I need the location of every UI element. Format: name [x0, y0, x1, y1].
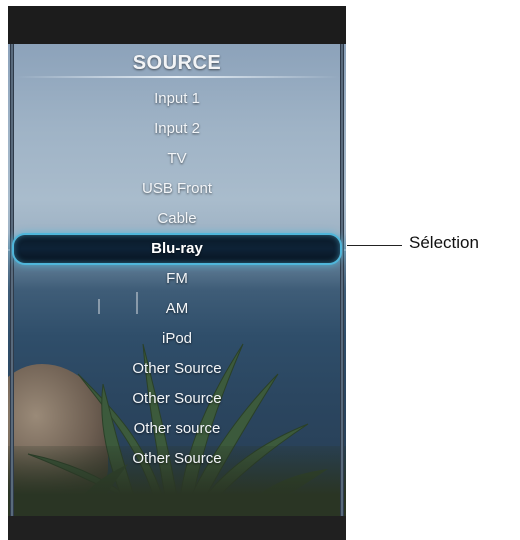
source-menu-panel: SOURCE Input 1 Input 2 TV USB Front Cabl…	[8, 44, 346, 516]
source-item-fm[interactable]: FM	[8, 264, 346, 294]
source-item-usb-front[interactable]: USB Front	[8, 174, 346, 204]
source-item-blu-ray[interactable]: Blu-ray	[14, 235, 340, 263]
selection-callout-label: Sélection	[409, 233, 479, 252]
source-item-input-2[interactable]: Input 2	[8, 114, 346, 144]
source-item-other-4[interactable]: Other Source	[8, 444, 346, 474]
screen-bottom-bar	[8, 516, 346, 540]
menu-title: SOURCE	[132, 52, 222, 74]
source-item-other-1[interactable]: Other Source	[8, 354, 346, 384]
source-item-other-2[interactable]: Other Source	[8, 384, 346, 414]
source-item-ipod[interactable]: iPod	[8, 324, 346, 354]
source-item-input-1[interactable]: Input 1	[8, 84, 346, 114]
title-underline	[16, 76, 338, 78]
source-item-tv[interactable]: TV	[8, 144, 346, 174]
callout-line	[347, 245, 402, 246]
source-item-cable[interactable]: Cable	[8, 204, 346, 234]
tv-screen: SOURCE Input 1 Input 2 TV USB Front Cabl…	[8, 6, 346, 540]
source-list: Input 1 Input 2 TV USB Front Cable Blu-r…	[8, 84, 346, 474]
source-item-other-3[interactable]: Other source	[8, 414, 346, 444]
source-item-am[interactable]: AM	[8, 294, 346, 324]
